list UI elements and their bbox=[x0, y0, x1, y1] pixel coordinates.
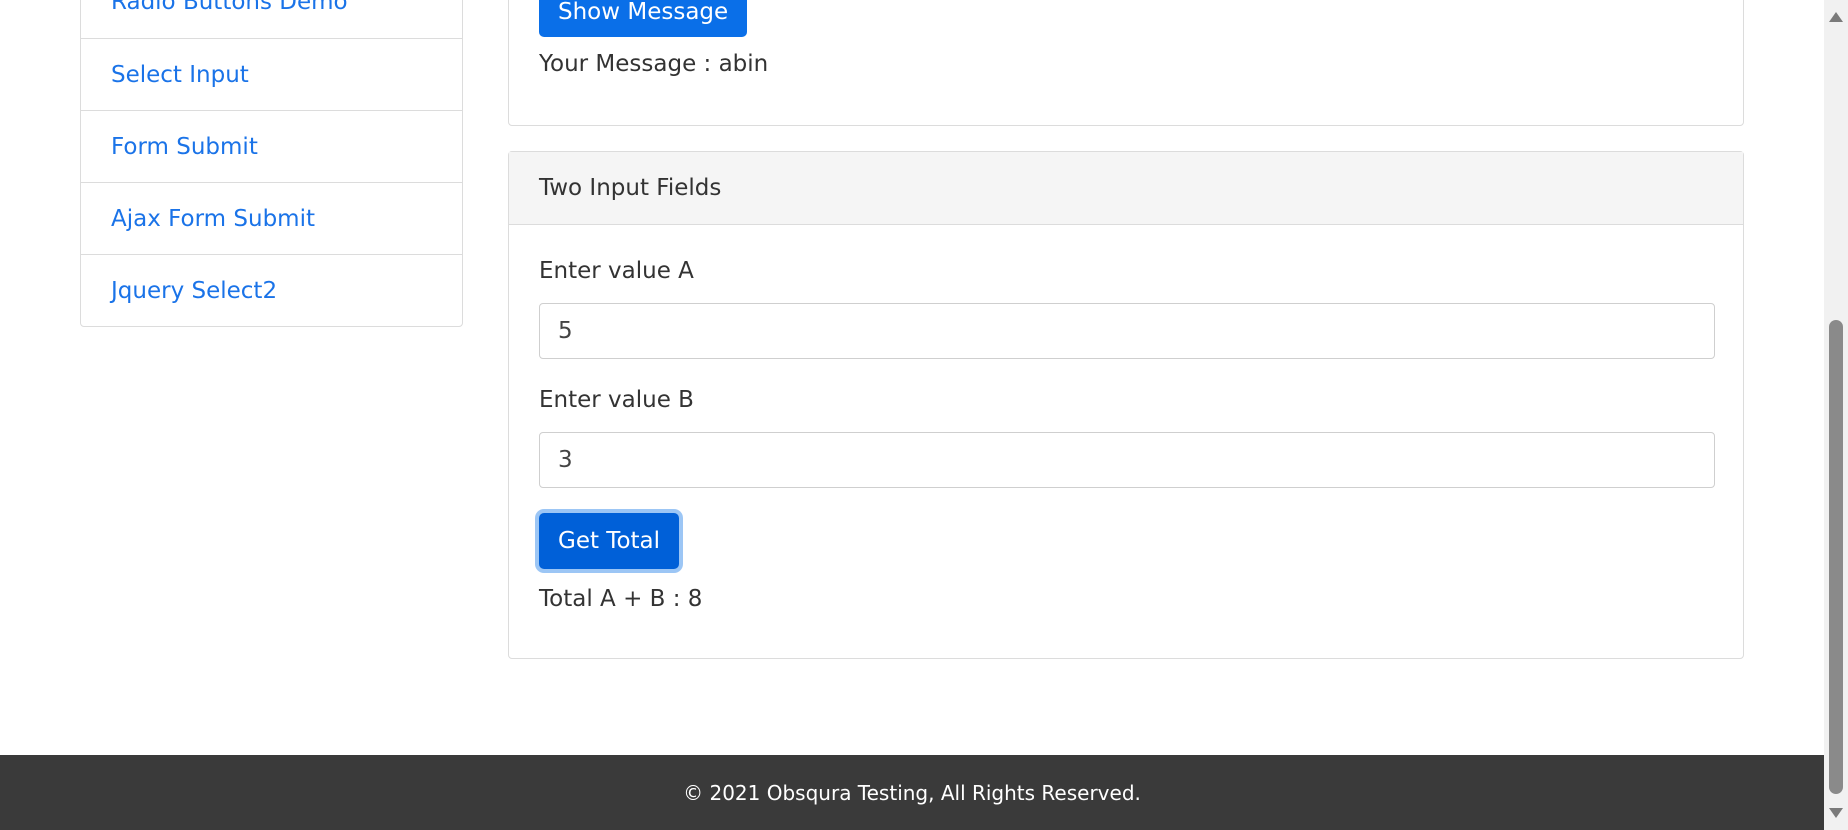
scroll-thumb[interactable] bbox=[1829, 320, 1843, 794]
value-b-input[interactable] bbox=[539, 432, 1715, 488]
page-viewport: Radio Buttons Demo Select Input Form Sub… bbox=[0, 0, 1848, 830]
value-b-label: Enter value B bbox=[539, 387, 694, 413]
sidebar-item-form-submit[interactable]: Form Submit bbox=[81, 110, 462, 182]
two-input-fields-card: Two Input Fields Enter value A Enter val… bbox=[508, 151, 1744, 659]
sidebar-menu: Radio Buttons Demo Select Input Form Sub… bbox=[80, 0, 463, 327]
value-a-label: Enter value A bbox=[539, 258, 694, 284]
total-output: Total A + B : 8 bbox=[539, 586, 703, 612]
footer-copyright: © 2021 Obsqura Testing, All Rights Reser… bbox=[683, 780, 1141, 805]
single-input-card: Show Message Your Message : abin bbox=[508, 0, 1744, 126]
value-a-input[interactable] bbox=[539, 303, 1715, 359]
scroll-up-arrow-icon[interactable] bbox=[1829, 12, 1843, 22]
card-header-two-input-fields: Two Input Fields bbox=[509, 152, 1743, 225]
page-footer: © 2021 Obsqura Testing, All Rights Reser… bbox=[0, 755, 1824, 830]
message-output: Your Message : abin bbox=[539, 51, 769, 77]
show-message-button[interactable]: Show Message bbox=[539, 0, 748, 37]
sidebar-item-ajax-form-submit[interactable]: Ajax Form Submit bbox=[81, 182, 462, 254]
scroll-down-arrow-icon[interactable] bbox=[1829, 808, 1843, 818]
sidebar-item-radio-buttons-demo[interactable]: Radio Buttons Demo bbox=[81, 0, 462, 38]
vertical-scrollbar[interactable] bbox=[1824, 0, 1848, 830]
get-total-button[interactable]: Get Total bbox=[539, 513, 680, 569]
sidebar-item-select-input[interactable]: Select Input bbox=[81, 38, 462, 110]
sidebar-item-jquery-select2[interactable]: Jquery Select2 bbox=[81, 254, 462, 326]
